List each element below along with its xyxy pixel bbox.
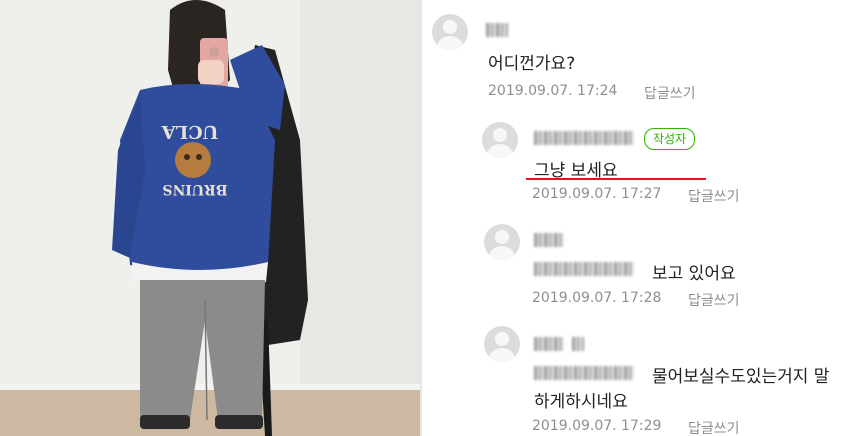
reply-link[interactable]: 답글쓰기 <box>644 83 696 103</box>
comment-text: 보고 있어요 <box>652 264 736 284</box>
avatar[interactable] <box>484 326 520 362</box>
avatar[interactable] <box>482 122 518 158</box>
username-blurred <box>572 337 584 351</box>
reply-link[interactable]: 답글쓰기 <box>688 418 740 436</box>
comment-timestamp: 2019.09.07. 17:24 <box>488 83 618 99</box>
sweatshirt-print-bottom: BRUINS <box>162 181 227 197</box>
sweatshirt-print-top: UCLA <box>161 121 219 142</box>
avatar[interactable] <box>432 14 468 50</box>
comment-text: 어디껀가요? <box>488 54 576 74</box>
avatar[interactable] <box>484 224 520 260</box>
outfit-photo: UCLA BRUINS <box>0 0 420 436</box>
comment-timestamp: 2019.09.07. 17:29 <box>532 418 662 434</box>
highlight-underline <box>526 178 706 180</box>
mention-blurred <box>534 262 634 276</box>
reply-link[interactable]: 답글쓰기 <box>688 186 740 206</box>
comment-timestamp: 2019.09.07. 17:28 <box>532 290 662 306</box>
comment-timestamp: 2019.09.07. 17:27 <box>532 186 662 202</box>
mention-blurred <box>534 366 634 380</box>
photo-illustration: UCLA BRUINS <box>0 0 420 436</box>
reply-link[interactable]: 답글쓰기 <box>688 290 740 310</box>
username-blurred <box>534 233 564 247</box>
author-badge: 작성자 <box>644 128 696 150</box>
username-blurred <box>534 131 634 145</box>
comment-text: 물어보실수도있는거지 말 <box>652 367 830 387</box>
username-blurred <box>534 337 564 351</box>
username-blurred <box>486 23 508 37</box>
comment-thread: 어디껀가요? 2019.09.07. 17:24 답글쓰기 작성자 그냥 보세요… <box>422 0 850 436</box>
comment-text-continued: 하게하시네요 <box>534 392 628 412</box>
